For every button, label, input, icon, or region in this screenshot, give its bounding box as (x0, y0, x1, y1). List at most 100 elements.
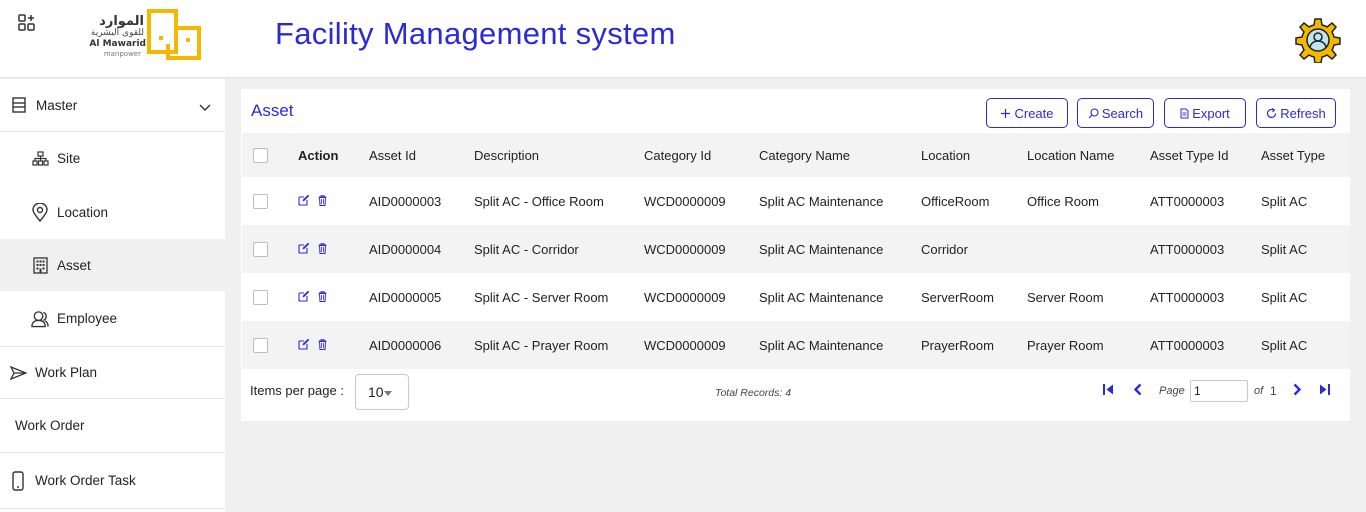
column-header-description[interactable]: Description (474, 133, 539, 177)
sidebar-item-label: Work Order (15, 418, 85, 433)
items-per-page-value: 10 (368, 384, 384, 400)
delete-icon[interactable] (318, 194, 327, 209)
cell-asset-type-id: ATT0000003 (1150, 241, 1225, 257)
row-checkbox[interactable] (253, 193, 268, 209)
cell-asset-type: Split AC (1261, 193, 1308, 209)
cell-asset-type: Split AC (1261, 241, 1308, 257)
cell-category-id: WCD0000009 (644, 289, 726, 305)
sidebar-item-location[interactable]: Location (0, 185, 225, 239)
column-header-action: Action (298, 147, 339, 163)
refresh-button[interactable]: Refresh (1256, 98, 1336, 128)
cell-category-name: Split AC Maintenance (759, 193, 884, 209)
sidebar-item-work-order[interactable]: Work Order (0, 399, 225, 453)
items-per-page-label: Items per page : (250, 383, 344, 398)
cell-location-name: Server Room (1027, 289, 1104, 305)
total-records: Total Records: 4 (715, 387, 792, 399)
cell-location: PrayerRoom (921, 337, 994, 353)
cell-asset-id: AID0000004 (369, 241, 442, 257)
sidebar-item-work-order-task[interactable]: Work Order Task (0, 453, 225, 509)
chevron-down-icon[interactable] (199, 100, 211, 115)
delete-icon[interactable] (318, 338, 327, 353)
first-page-button[interactable] (1099, 380, 1117, 398)
cell-location-name: Office Room (1027, 193, 1100, 209)
export-button[interactable]: Export (1164, 98, 1246, 128)
edit-icon[interactable] (298, 338, 310, 353)
previous-page-button[interactable] (1128, 380, 1146, 398)
cell-location: Corridor (921, 241, 968, 257)
paginator: Items per page : 10 Total Records: 4 Pag… (241, 370, 1350, 410)
row-checkbox[interactable] (253, 337, 268, 353)
sidebar-item-label: Employee (57, 311, 118, 326)
cell-category-name: Split AC Maintenance (759, 241, 884, 257)
next-page-button[interactable] (1288, 380, 1306, 398)
mobile-icon (9, 470, 27, 491)
column-header-category-id[interactable]: Category Id (644, 133, 711, 177)
search-icon (1088, 107, 1099, 119)
column-header-asset-type[interactable]: Asset Type (1261, 133, 1325, 177)
page-title: Asset (251, 101, 294, 120)
app-header: الموارد للقوى البشرية Al Mawarid manpowe… (0, 0, 1366, 78)
column-header-location[interactable]: Location (921, 133, 970, 177)
sidebar-item-work-plan[interactable]: Work Plan (0, 347, 225, 399)
edit-icon[interactable] (298, 290, 310, 305)
apps-add-icon[interactable] (18, 14, 36, 32)
first-page-icon (1103, 383, 1113, 395)
row-checkbox[interactable] (253, 289, 268, 305)
create-button[interactable]: Create (986, 98, 1068, 128)
sidebar: Master Site Location Asset Employee Work… (0, 79, 225, 512)
column-header-asset-type-id[interactable]: Asset Type Id (1150, 133, 1229, 177)
cell-asset-id: AID0000006 (369, 337, 442, 353)
sidebar-item-label: Location (57, 204, 109, 220)
column-header-category-name[interactable]: Category Name (759, 133, 850, 177)
create-button-label: Create (1014, 105, 1054, 121)
sidebar-item-asset[interactable]: Asset (0, 239, 225, 291)
export-button-label: Export (1192, 105, 1230, 121)
users-icon (31, 310, 49, 328)
file-export-icon (1180, 108, 1189, 119)
last-page-button[interactable] (1316, 380, 1334, 398)
last-page-icon (1320, 383, 1330, 395)
logo-english-name: Al Mawarid (89, 39, 146, 49)
page-number-input[interactable] (1190, 380, 1248, 402)
cell-location: ServerRoom (921, 289, 994, 305)
chevron-left-icon (1133, 383, 1141, 395)
select-all-checkbox[interactable] (253, 147, 268, 163)
logo-english-subtitle: manpower (103, 50, 141, 58)
search-button-label: Search (1101, 105, 1144, 121)
cell-category-id: WCD0000009 (644, 337, 726, 353)
cell-asset-id: AID0000003 (369, 193, 442, 209)
delete-icon[interactable] (318, 242, 327, 257)
send-icon (9, 364, 27, 382)
column-header-asset-id[interactable]: Asset Id (369, 133, 416, 177)
cell-location: OfficeRoom (921, 193, 990, 209)
edit-icon[interactable] (298, 242, 310, 257)
sidebar-item-label: Work Order Task (35, 473, 136, 488)
cell-location-name: Prayer Room (1027, 337, 1104, 353)
table-row: AID0000004 Split AC - Corridor WCD000000… (242, 225, 1350, 273)
row-checkbox[interactable] (253, 241, 268, 257)
sidebar-item-label: Site (57, 151, 81, 166)
table-row: AID0000003 Split AC - Office Room WCD000… (242, 177, 1350, 225)
sitemap-icon (31, 150, 49, 168)
sidebar-item-site[interactable]: Site (0, 132, 225, 185)
cell-description: Split AC - Server Room (474, 289, 609, 305)
edit-icon[interactable] (298, 194, 310, 209)
location-pin-icon (31, 202, 49, 222)
sidebar-item-employee[interactable]: Employee (0, 291, 225, 347)
sidebar-item-label: Work Plan (35, 365, 98, 380)
items-per-page-select[interactable]: 10 (355, 374, 409, 410)
logo-mark-icon (147, 9, 201, 60)
cell-asset-id: AID0000005 (369, 289, 442, 305)
delete-icon[interactable] (318, 290, 327, 305)
search-button[interactable]: Search (1077, 98, 1154, 128)
cell-asset-type-id: ATT0000003 (1150, 289, 1225, 305)
plus-icon (1000, 108, 1011, 119)
sidebar-item-label: Master (36, 97, 78, 113)
page-label: Page (1159, 385, 1185, 397)
settings-user-icon[interactable] (1295, 17, 1341, 64)
sidebar-item-master[interactable]: Master (0, 79, 225, 132)
refresh-button-label: Refresh (1280, 105, 1326, 121)
refresh-icon (1266, 107, 1277, 119)
table-row: AID0000005 Split AC - Server Room WCD000… (242, 273, 1350, 321)
column-header-location-name[interactable]: Location Name (1027, 133, 1114, 177)
